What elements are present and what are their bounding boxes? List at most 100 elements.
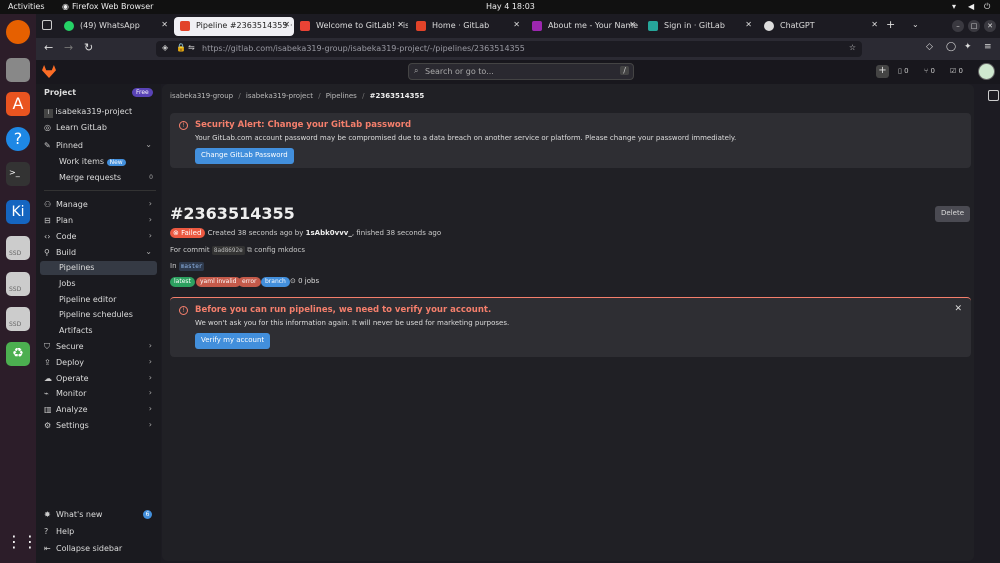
sidebar-item-pipeline-schedules[interactable]: Pipeline schedules [40, 308, 157, 322]
active-app-name[interactable]: Firefox Web Browser [72, 2, 153, 11]
close-icon[interactable]: ✕ [629, 20, 636, 29]
sidebar-item-pipelines[interactable]: Pipelines [40, 261, 157, 275]
breadcrumb-item[interactable]: Pipelines [326, 92, 357, 100]
sidebar-item-label: Artifacts [59, 326, 93, 335]
sidebar-item-jobs[interactable]: Jobs [40, 277, 157, 291]
maximize-button[interactable]: □ [968, 20, 980, 32]
drive-icon[interactable]: SSD [6, 236, 30, 260]
sidebar-item-plan[interactable]: ⊟ Plan › [44, 214, 156, 228]
sidebar-item-operate[interactable]: ☁ Operate › [44, 372, 156, 386]
volume-icon[interactable]: ◀ [968, 2, 974, 11]
back-icon[interactable]: ← [44, 41, 53, 54]
bookmark-star-icon[interactable]: ☆ [849, 43, 856, 52]
tracking-icon[interactable]: ⇋ [188, 43, 195, 52]
tab-about-me[interactable]: About me - Your Name - / ✕ [526, 17, 640, 36]
delete-button[interactable]: Delete [935, 206, 970, 222]
minimize-button[interactable]: – [952, 20, 964, 32]
copy-icon[interactable]: ⧉ [247, 246, 252, 254]
close-icon[interactable]: ✕ [283, 20, 290, 29]
close-icon[interactable]: ✕ [745, 20, 752, 29]
shield-icon[interactable]: ◈ [162, 43, 168, 52]
sidebar-item-help[interactable]: ? Help [44, 525, 156, 539]
url-input[interactable]: ◈ 🔒 ⇋ https://gitlab.com/isabeka319-grou… [156, 41, 862, 57]
close-icon[interactable]: ✕ [513, 20, 520, 29]
drive-icon[interactable]: SSD [6, 272, 30, 296]
close-window-button[interactable]: ✕ [984, 20, 996, 32]
sidebar-item-label: Manage [56, 200, 88, 209]
extensions-icon[interactable]: ✦ [964, 42, 972, 52]
breadcrumb-item[interactable]: isabeka319-group [170, 92, 233, 100]
sidebar-item-work-items[interactable]: Work items New [40, 155, 157, 169]
breadcrumb-current[interactable]: #2363514355 [370, 92, 425, 100]
new-tab-button[interactable]: + [886, 18, 895, 31]
pocket-icon[interactable]: ◇ [926, 42, 933, 52]
gitlab-logo-icon[interactable] [42, 65, 56, 78]
create-new-button[interactable]: + [876, 65, 889, 78]
site-icon [648, 21, 658, 31]
tab-chatgpt[interactable]: ChatGPT ✕ [758, 17, 882, 36]
sidebar-item-analyze[interactable]: ▥ Analyze › [44, 403, 156, 417]
sidebar-item-settings[interactable]: ⚙ Settings › [44, 419, 156, 433]
sidebar-item-project[interactable]: I isabeka319-project [44, 105, 156, 119]
collapse-sidebar-button[interactable]: ⇤ Collapse sidebar [44, 542, 156, 556]
close-icon[interactable]: ✕ [954, 304, 962, 314]
account-icon[interactable]: ◯ [946, 42, 956, 52]
kiro-icon[interactable]: Ki [6, 200, 30, 224]
trash-icon[interactable]: ♻ [6, 342, 30, 366]
app-center-icon[interactable]: A [6, 92, 30, 116]
close-icon[interactable]: ✕ [161, 20, 168, 29]
wifi-icon[interactable]: ▾ [952, 2, 956, 11]
sidebar-item-manage[interactable]: ⚇ Manage › [44, 198, 156, 212]
tab-list-icon[interactable]: ⌄ [912, 20, 919, 29]
branch-name[interactable]: master [178, 262, 205, 271]
show-apps-icon[interactable]: ⋮⋮ [6, 532, 38, 556]
user-link[interactable]: 1sAbk0vvv_ [306, 229, 352, 237]
sidebar-item-whats-new[interactable]: ✸ What's new 6 [44, 508, 156, 522]
tab-pipeline[interactable]: Pipeline #2363514355 · i ✕ [174, 17, 294, 36]
merge-requests-counter[interactable]: ⑂ 0 [924, 67, 935, 75]
tab-whatsapp[interactable]: (49) WhatsApp ✕ [58, 17, 172, 36]
forward-icon[interactable]: → [64, 41, 73, 54]
sidebar-item-learn-gitlab[interactable]: ◎ Learn GitLab [44, 121, 156, 135]
help-icon[interactable]: ? [6, 127, 30, 151]
drive-icon[interactable]: SSD [6, 307, 30, 331]
commit-message[interactable]: config mkdocs [254, 246, 305, 254]
sidebar-item-code[interactable]: ‹› Code › [44, 230, 156, 244]
menu-icon[interactable]: ≡ [984, 42, 992, 52]
sidebar-item-secure[interactable]: ⛉ Secure › [44, 340, 156, 354]
tab-gmail[interactable]: Welcome to GitLab! - isab✕ [294, 17, 408, 36]
tab-sign-in[interactable]: Sign in · GitLab ✕ [642, 17, 756, 36]
commit-sha[interactable]: 8ad8692e [211, 246, 245, 255]
terminal-icon[interactable]: >_ [6, 162, 30, 186]
close-icon[interactable]: ✕ [871, 20, 878, 29]
issues-counter[interactable]: ▯ 0 [898, 67, 909, 75]
power-icon[interactable]: ⏻ [984, 2, 990, 12]
files-icon[interactable] [6, 58, 30, 82]
lock-icon[interactable]: 🔒 [176, 43, 186, 52]
clock[interactable]: Hay 4 18:03 [486, 2, 535, 11]
tab-gitlab-home[interactable]: Home · GitLab ✕ [410, 17, 524, 36]
sidebar-item-build[interactable]: ⚲ Build ⌄ [44, 246, 156, 260]
close-icon[interactable]: ✕ [397, 20, 404, 29]
merge-requests-count: 0 [930, 67, 935, 75]
verify-account-button[interactable]: Verify my account [195, 333, 271, 349]
sidebar-item-pipeline-editor[interactable]: Pipeline editor [40, 293, 157, 307]
avatar[interactable] [978, 63, 995, 80]
change-password-button[interactable]: Change GitLab Password [195, 148, 294, 164]
sidebar-item-merge-requests[interactable]: Merge requests 0 [40, 171, 157, 185]
breadcrumb-item[interactable]: isabeka319-project [246, 92, 313, 100]
sidebar-item-artifacts[interactable]: Artifacts [40, 324, 157, 338]
tab-overview-icon[interactable] [42, 20, 52, 30]
search-input[interactable]: ⌕ Search or go to... / [408, 63, 634, 80]
firefox-icon[interactable] [6, 20, 30, 44]
activities-button[interactable]: Activities [8, 2, 45, 11]
reload-icon[interactable]: ↻ [84, 41, 93, 54]
sidebar-item-deploy[interactable]: ⇪ Deploy › [44, 356, 156, 370]
sidebar-item-monitor[interactable]: ⌁ Monitor › [44, 387, 156, 401]
todos-counter[interactable]: ☑ 0 [950, 67, 963, 75]
sidebar-item-pinned[interactable]: ✎ Pinned ⌄ [44, 139, 156, 153]
sidebar-item-label: Help [56, 527, 75, 536]
gitlab-icon [180, 21, 190, 31]
status-badge[interactable]: ⊗ Failed [170, 228, 206, 238]
collapse-panel-icon[interactable] [988, 90, 999, 101]
